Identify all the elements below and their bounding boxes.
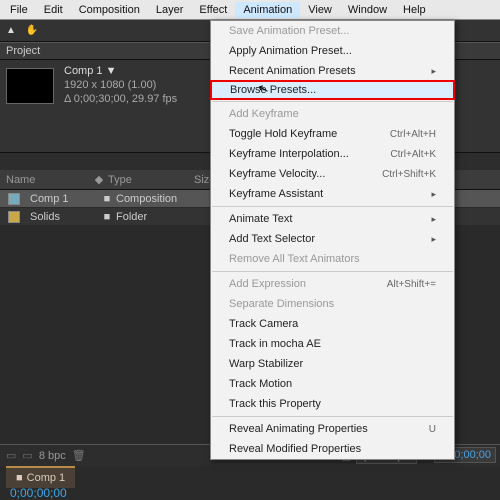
menubar[interactable]: FileEditCompositionLayerEffectAnimationV…: [0, 0, 500, 20]
menu-item-animate-text[interactable]: Animate Text: [211, 209, 454, 229]
menu-item-track-this-property[interactable]: Track this Property: [211, 394, 454, 414]
new-comp-icon[interactable]: ▭: [6, 449, 16, 462]
timeline-timecode[interactable]: 0;00;00;00: [10, 486, 67, 500]
menu-item-remove-all-text-animators: Remove All Text Animators: [211, 249, 454, 269]
menu-layer[interactable]: Layer: [148, 2, 192, 18]
menu-item-add-expression: Add ExpressionAlt+Shift+=: [211, 274, 454, 294]
menu-item-toggle-hold-keyframe[interactable]: Toggle Hold KeyframeCtrl+Alt+H: [211, 124, 454, 144]
item-icon: [8, 193, 20, 205]
menu-help[interactable]: Help: [395, 2, 434, 18]
menu-item-save-animation-preset: Save Animation Preset...: [211, 21, 454, 41]
timeline-tab[interactable]: ■ Comp 1: [6, 466, 75, 488]
trash-icon[interactable]: 🗑: [72, 449, 86, 462]
composition-dimensions: 1920 x 1080 (1.00): [64, 78, 177, 92]
menu-window[interactable]: Window: [340, 2, 395, 18]
composition-timing: Δ 0;00;30;00, 29.97 fps: [64, 92, 177, 106]
item-name: Solids: [24, 211, 98, 223]
menu-item-track-in-mocha-ae[interactable]: Track in mocha AE: [211, 334, 454, 354]
menu-item-reveal-animating-properties[interactable]: Reveal Animating PropertiesU: [211, 419, 454, 439]
item-type: Composition: [116, 193, 202, 205]
menu-file[interactable]: File: [2, 2, 36, 18]
menu-item-separate-dimensions: Separate Dimensions: [211, 294, 454, 314]
menu-item-warp-stabilizer[interactable]: Warp Stabilizer: [211, 354, 454, 374]
menu-item-track-motion[interactable]: Track Motion: [211, 374, 454, 394]
menu-item-keyframe-interpolation[interactable]: Keyframe Interpolation...Ctrl+Alt+K: [211, 144, 454, 164]
bit-depth[interactable]: 8 bpc: [39, 450, 66, 462]
menu-item-keyframe-assistant[interactable]: Keyframe Assistant: [211, 184, 454, 204]
menu-composition[interactable]: Composition: [71, 2, 148, 18]
item-icon: [8, 211, 20, 223]
menu-edit[interactable]: Edit: [36, 2, 71, 18]
animation-menu[interactable]: Save Animation Preset...Apply Animation …: [210, 20, 455, 460]
composition-name[interactable]: Comp 1 ▼: [64, 64, 177, 78]
column-name[interactable]: Name: [0, 174, 90, 186]
menu-item-add-keyframe: Add Keyframe: [211, 104, 454, 124]
menu-item-track-camera[interactable]: Track Camera: [211, 314, 454, 334]
hand-tool-icon[interactable]: ✋: [24, 25, 40, 36]
menu-item-add-text-selector[interactable]: Add Text Selector: [211, 229, 454, 249]
menu-effect[interactable]: Effect: [191, 2, 235, 18]
column-label[interactable]: ◆: [90, 173, 108, 186]
column-type[interactable]: Type: [108, 174, 194, 186]
item-name: Comp 1: [24, 193, 98, 205]
menu-item-keyframe-velocity[interactable]: Keyframe Velocity...Ctrl+Shift+K: [211, 164, 454, 184]
menu-view[interactable]: View: [300, 2, 340, 18]
new-folder-icon[interactable]: ▭: [22, 449, 32, 462]
selection-tool-icon[interactable]: ▲: [4, 25, 18, 36]
menu-item-recent-animation-presets[interactable]: Recent Animation Presets: [211, 61, 454, 81]
composition-thumbnail: [6, 68, 54, 104]
menu-item-reveal-modified-properties[interactable]: Reveal Modified Properties: [211, 439, 454, 459]
menu-item-browse-presets[interactable]: Browse Presets...: [210, 80, 455, 100]
label-swatch[interactable]: ■: [98, 193, 116, 205]
menu-item-apply-animation-preset[interactable]: Apply Animation Preset...: [211, 41, 454, 61]
menu-animation[interactable]: Animation: [235, 2, 300, 18]
label-swatch[interactable]: ■: [98, 211, 116, 223]
item-type: Folder: [116, 211, 202, 223]
